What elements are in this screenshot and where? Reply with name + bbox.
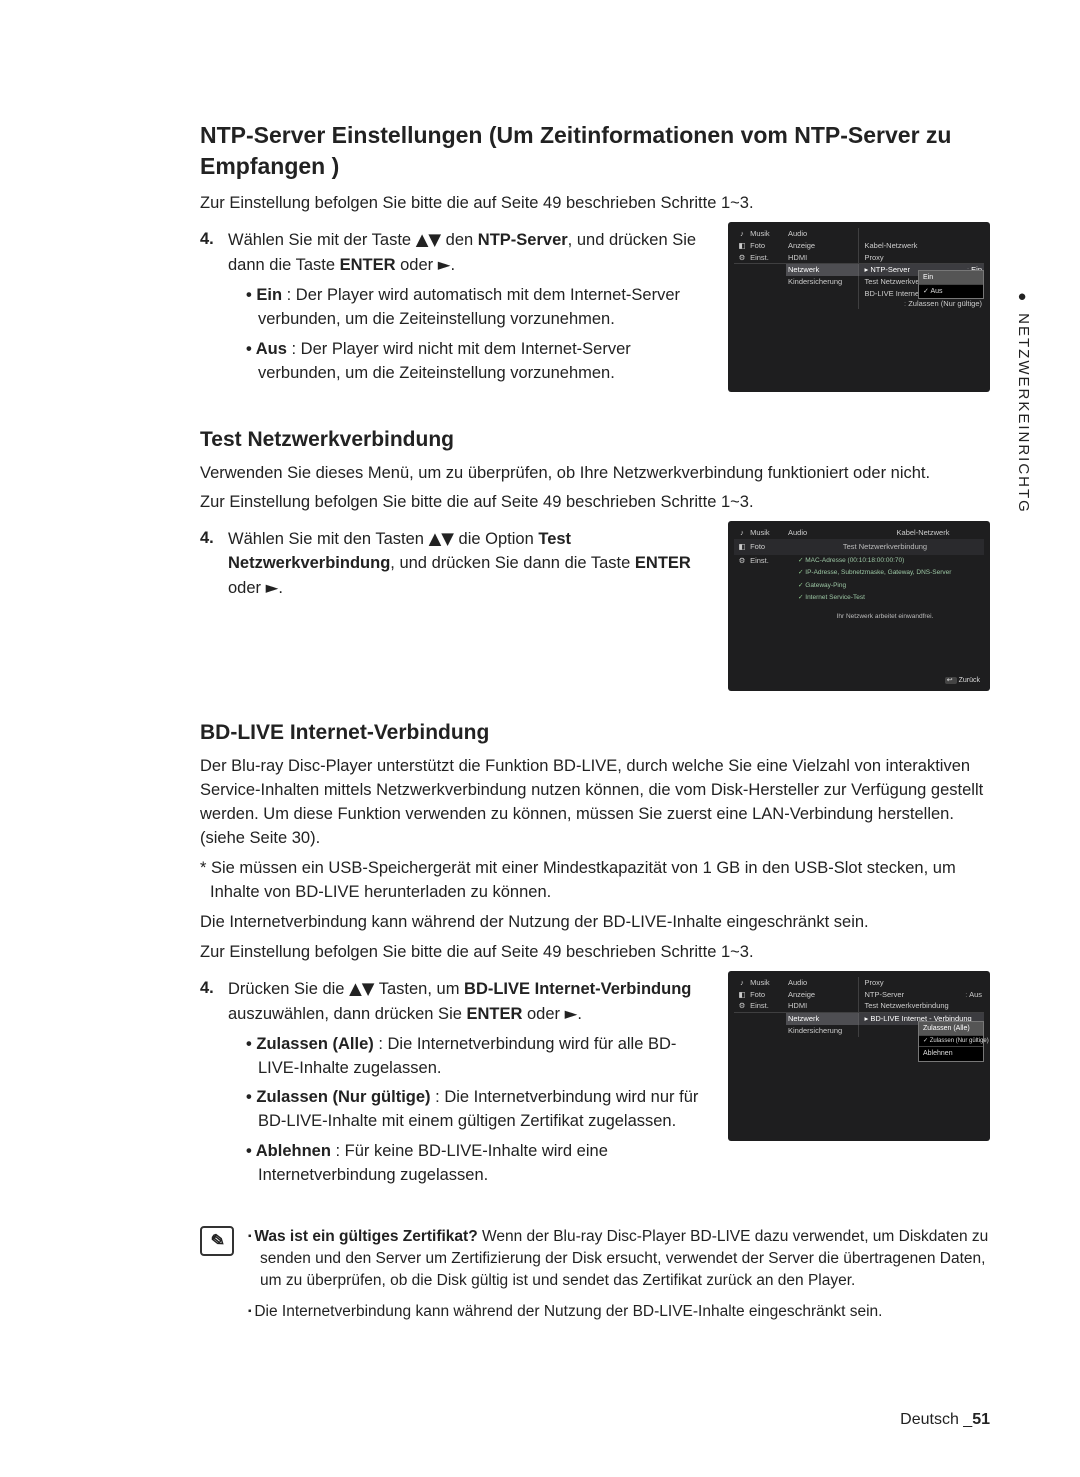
osd-test: ♪ MusikAudioKabel-Netzwerk ◧ FotoTest Ne… bbox=[728, 521, 990, 691]
popup-option[interactable]: Ein bbox=[919, 271, 983, 285]
bd-p1: Der Blu-ray Disc-Player unterstützt die … bbox=[200, 755, 990, 851]
note-icon: ✎ bbox=[200, 1226, 234, 1256]
step-number: 4. bbox=[200, 228, 220, 392]
step-number: 4. bbox=[200, 527, 220, 601]
page-footer: Deutsch _51 bbox=[900, 1411, 990, 1429]
bd-p2: Die Internetverbindung kann während der … bbox=[200, 911, 990, 935]
step-text: Wählen Sie mit der Taste ▲▼ den NTP-Serv… bbox=[228, 228, 710, 392]
step-number: 4. bbox=[200, 977, 220, 1194]
popup-option[interactable]: ✓ Aus bbox=[919, 285, 983, 298]
popup-option[interactable]: Ablehnen bbox=[919, 1047, 983, 1060]
popup-option[interactable]: Zulassen (Alle) bbox=[919, 1022, 983, 1036]
test-lead1: Verwenden Sie dieses Menü, um zu überprü… bbox=[200, 462, 990, 486]
ntp-lead: Zur Einstellung befolgen Sie bitte die a… bbox=[200, 192, 990, 216]
heading-test: Test Netzwerkverbindung bbox=[200, 428, 990, 452]
test-lead2: Zur Einstellung befolgen Sie bitte die a… bbox=[200, 491, 990, 515]
bd-star: * Sie müssen ein USB-Speichergerät mit e… bbox=[200, 857, 990, 905]
popup-option[interactable]: ✓ Zulassen (Nur gültige) bbox=[919, 1036, 983, 1048]
osd-ntp: ♪ MusikAudio ◧ FotoAnzeigeKabel-Netzwerk… bbox=[728, 222, 990, 392]
step-text: Drücken Sie die ▲▼ Tasten, um BD-LIVE In… bbox=[228, 977, 710, 1194]
step-text: Wählen Sie mit den Tasten ▲▼ die Option … bbox=[228, 527, 710, 601]
heading-bdlive: BD-LIVE Internet-Verbindung bbox=[200, 721, 990, 745]
osd-bdlive: ♪ MusikAudioProxy ◧ FotoAnzeigeNTP-Serve… bbox=[728, 971, 990, 1141]
heading-ntp: NTP-Server Einstellungen (Um Zeitinforma… bbox=[200, 120, 990, 182]
back-button[interactable]: Zurück bbox=[945, 676, 980, 685]
bd-p3: Zur Einstellung befolgen Sie bitte die a… bbox=[200, 941, 990, 965]
note-list: Was ist ein gültiges Zertifikat? Wenn de… bbox=[248, 1226, 990, 1333]
side-tab: ● NETZWERKEINRICHTG bbox=[1015, 290, 1032, 514]
